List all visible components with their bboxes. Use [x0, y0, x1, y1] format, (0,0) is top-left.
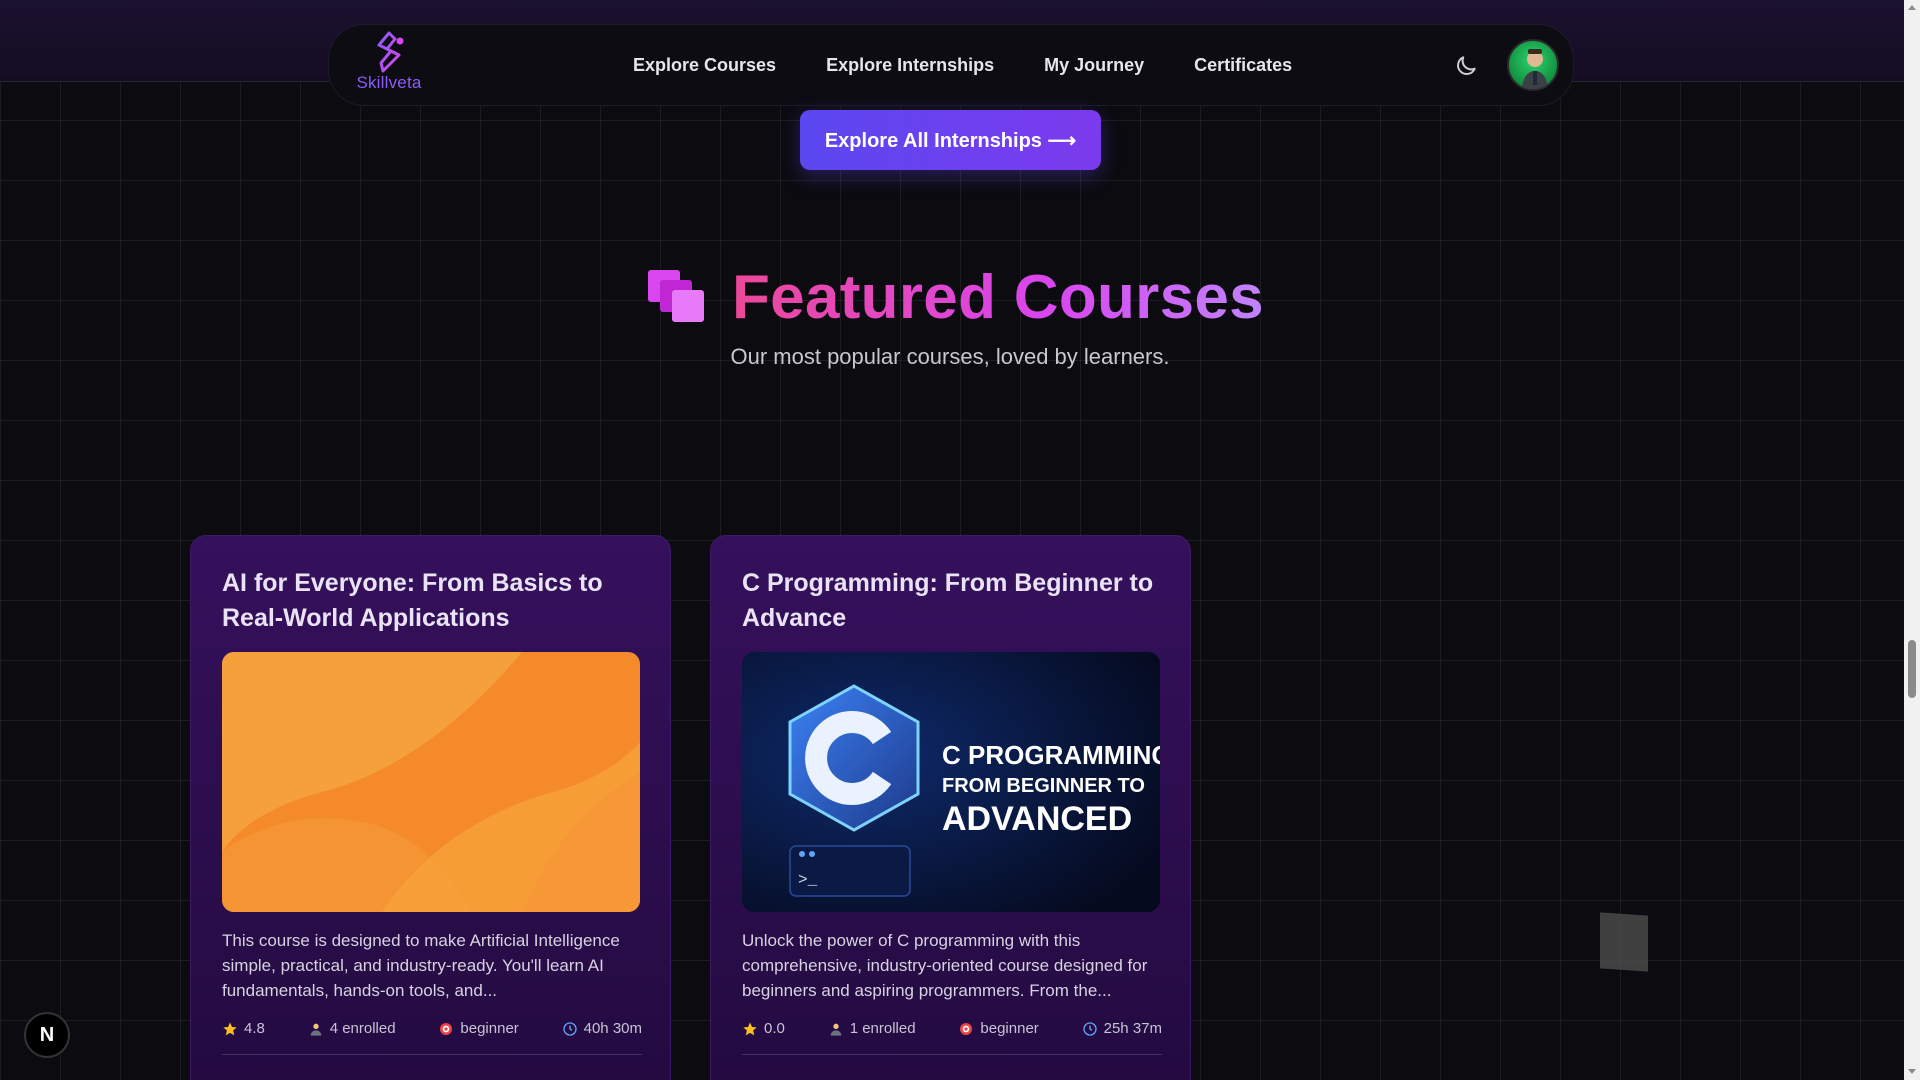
level: beginner	[958, 1020, 1039, 1037]
course-description: This course is designed to make Artifici…	[222, 931, 620, 1000]
enrolled: 1 enrolled	[828, 1020, 916, 1037]
enrolled-count: 1 enrolled	[849, 1020, 916, 1037]
svg-text:>_: >_	[798, 871, 818, 889]
skillveta-logo-icon	[377, 31, 404, 73]
folders-icon	[648, 270, 704, 322]
brand-logo[interactable]: Skillveta	[349, 31, 429, 101]
course-title[interactable]: AI for Everyone: From Basics to Real-Wor…	[222, 566, 642, 636]
image-text-line-1: C PROGRAMMING:	[942, 740, 1160, 770]
level-value: beginner	[980, 1020, 1039, 1037]
student-icon	[310, 1023, 322, 1036]
clock-icon	[562, 1021, 577, 1036]
course-card[interactable]: C Programming: From Beginner to Advance …	[710, 535, 1191, 1080]
image-text-line-2: FROM BEGINNER TO	[942, 775, 1145, 797]
rating: 0.0	[742, 1020, 785, 1037]
course-thumbnail[interactable]: >_ C PROGRAMMING: FROM BEGINNER TO ADVAN…	[742, 652, 1160, 912]
scroll-thumb[interactable]	[1908, 640, 1916, 698]
section-subtitle: Our most popular courses, loved by learn…	[730, 344, 1170, 369]
section-header: Featured Courses	[646, 262, 1264, 332]
course-meta: 4.8 4 enrolled beginner 40h 30m	[222, 1020, 642, 1037]
orange-wave-image	[222, 652, 640, 912]
star-icon	[223, 1021, 237, 1035]
nav-explore-courses[interactable]: Explore Courses	[633, 55, 776, 76]
course-description: Unlock the power of C programming with t…	[742, 931, 1148, 1000]
nav-links: Explore Courses Explore Internships My J…	[633, 55, 1292, 76]
scroll-down-arrow-icon[interactable]	[1907, 1066, 1917, 1076]
level-value: beginner	[460, 1020, 519, 1037]
course-meta: 0.0 1 enrolled beginner 25h 37m	[742, 1020, 1162, 1037]
course-title[interactable]: C Programming: From Beginner to Advance	[742, 566, 1162, 636]
duration: 40h 30m	[562, 1020, 642, 1037]
duration-value: 40h 30m	[583, 1020, 642, 1037]
scrollbar[interactable]	[1904, 0, 1920, 1080]
navbar: Skillveta Explore Courses Explore Intern…	[328, 24, 1574, 106]
nav-my-journey[interactable]: My Journey	[1044, 55, 1144, 76]
duration: 25h 37m	[1082, 1020, 1162, 1037]
c-programming-image: >_ C PROGRAMMING: FROM BEGINNER TO ADVAN…	[742, 652, 1160, 912]
rating: 4.8	[222, 1020, 265, 1037]
framework-badge[interactable]: N	[24, 1012, 70, 1058]
duration-value: 25h 37m	[1103, 1020, 1162, 1037]
moon-icon[interactable]	[1453, 53, 1479, 79]
target-icon	[440, 1022, 453, 1035]
clock-icon	[1082, 1021, 1097, 1036]
enrolled: 4 enrolled	[308, 1020, 396, 1037]
nav-certificates[interactable]: Certificates	[1194, 55, 1292, 76]
student-icon	[830, 1023, 842, 1036]
course-card[interactable]: AI for Everyone: From Basics to Real-Wor…	[190, 535, 671, 1080]
decorative-square	[1600, 912, 1648, 972]
section-title: Featured Courses	[732, 262, 1264, 332]
card-divider	[222, 1054, 642, 1055]
star-icon	[743, 1021, 757, 1035]
user-avatar[interactable]	[1507, 39, 1559, 91]
rating-value: 0.0	[764, 1020, 785, 1037]
enrolled-count: 4 enrolled	[329, 1020, 396, 1037]
image-text-line-3: ADVANCED	[942, 800, 1132, 838]
card-divider	[742, 1054, 1162, 1055]
explore-all-internships-button[interactable]: Explore All Internships ⟶	[800, 110, 1101, 170]
nav-explore-internships[interactable]: Explore Internships	[826, 55, 994, 76]
brand-name: Skillveta	[356, 73, 422, 92]
rating-value: 4.8	[244, 1020, 265, 1037]
course-thumbnail[interactable]	[222, 652, 640, 912]
avatar-person-icon	[1521, 49, 1549, 89]
level: beginner	[438, 1020, 519, 1037]
scroll-up-arrow-icon[interactable]	[1907, 3, 1917, 13]
target-icon	[960, 1022, 973, 1035]
